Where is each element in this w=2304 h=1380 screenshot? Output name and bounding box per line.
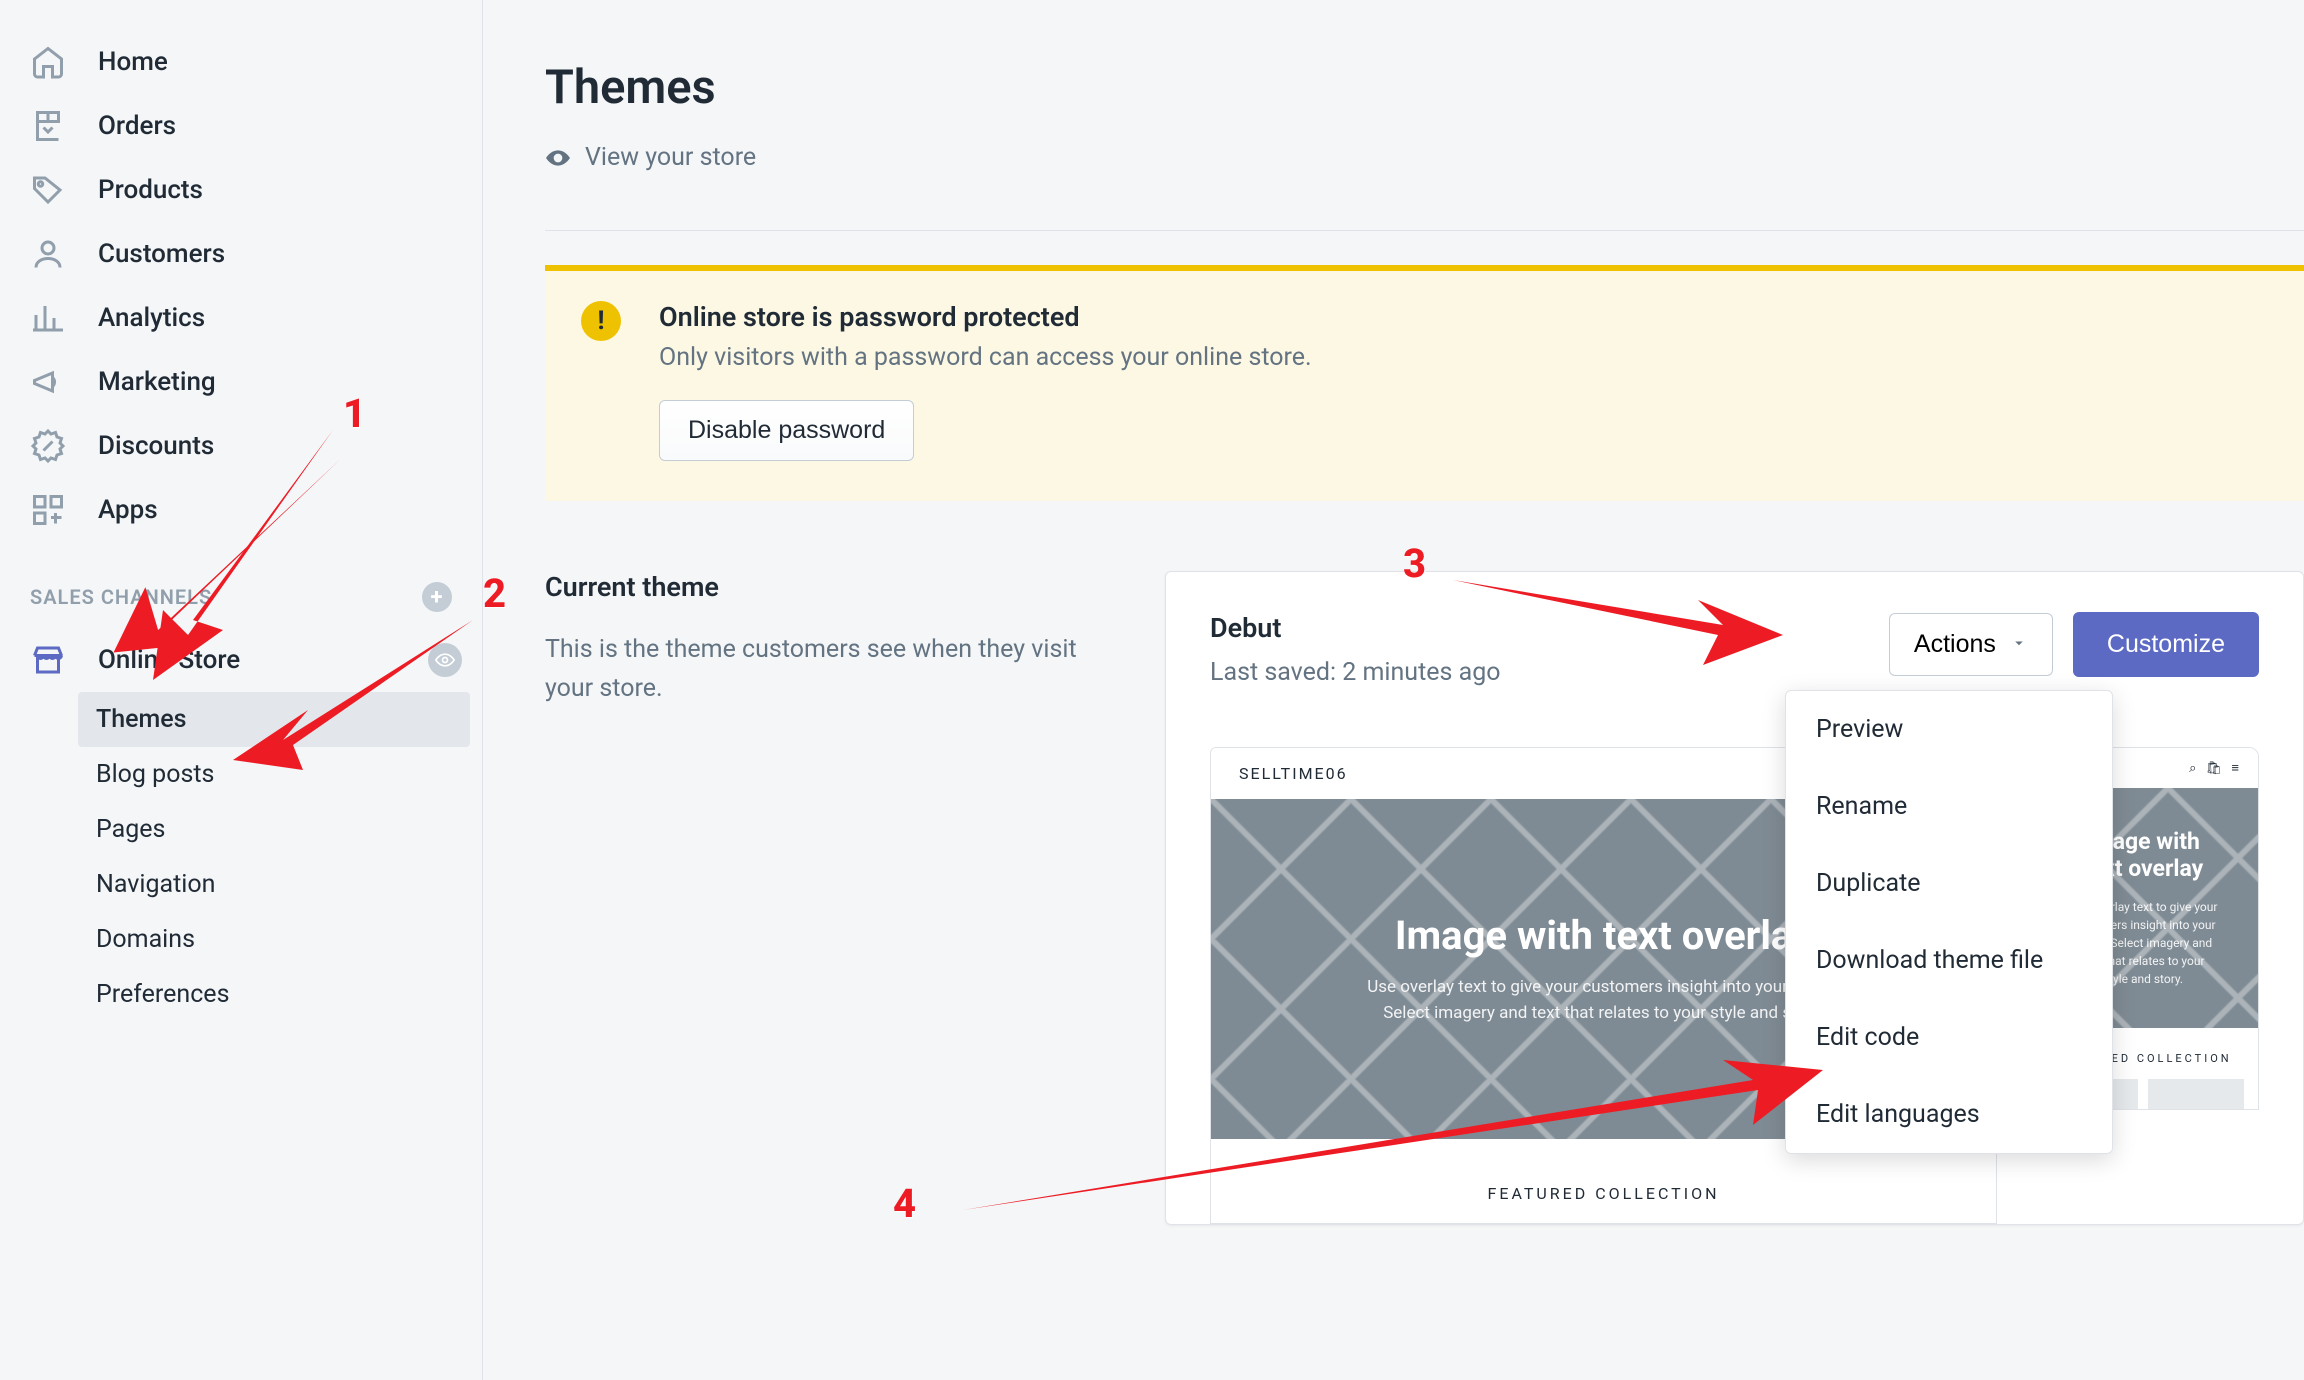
store-icon xyxy=(30,642,66,678)
subnav-domains[interactable]: Domains xyxy=(66,912,482,967)
nav-analytics[interactable]: Analytics xyxy=(0,286,482,350)
caret-down-icon xyxy=(2010,630,2028,659)
dropdown-edit-code[interactable]: Edit code xyxy=(1786,999,2112,1076)
dropdown-edit-languages[interactable]: Edit languages xyxy=(1786,1076,2112,1153)
alert-title: Online store is password protected xyxy=(659,301,1312,333)
nav-label: Products xyxy=(98,175,203,205)
nav-online-store[interactable]: Online Store xyxy=(0,628,482,692)
nav-label: Discounts xyxy=(98,431,214,461)
main-content: Themes View your store ! Online store is… xyxy=(483,0,2304,1380)
nav-apps[interactable]: Apps xyxy=(0,478,482,542)
section-label: SALES CHANNELS xyxy=(30,585,212,609)
preview-hero-sub1: Use overlay text to give your customers … xyxy=(1367,975,1840,1001)
alert-text: Only visitors with a password can access… xyxy=(659,343,1312,372)
actions-label: Actions xyxy=(1914,630,1996,659)
nav-home[interactable]: Home xyxy=(0,30,482,94)
current-theme-title: Current theme xyxy=(545,571,1085,603)
mobile-header-icons: ⌕ 🛍 ≡ xyxy=(2189,760,2242,776)
nav-label: Customers xyxy=(98,239,225,269)
nav-label: Analytics xyxy=(98,303,205,333)
nav-label: Marketing xyxy=(98,367,216,397)
actions-button[interactable]: Actions xyxy=(1889,613,2053,676)
divider xyxy=(545,230,2304,231)
nav-marketing[interactable]: Marketing xyxy=(0,350,482,414)
sidebar: Home Orders Products Customers Analytics xyxy=(0,0,483,1380)
subnav-navigation[interactable]: Navigation xyxy=(66,857,482,912)
customize-button[interactable]: Customize xyxy=(2073,612,2259,677)
dropdown-download[interactable]: Download theme file xyxy=(1786,922,2112,999)
view-store-icon[interactable] xyxy=(428,643,462,677)
add-channel-button[interactable]: + xyxy=(422,582,452,612)
theme-card: Debut Last saved: 2 minutes ago Actions … xyxy=(1165,571,2304,1225)
tag-icon xyxy=(30,172,66,208)
nav-label: Home xyxy=(98,47,168,77)
annotation-2: 2 xyxy=(483,570,506,617)
nav-label: Orders xyxy=(98,111,176,141)
apps-icon xyxy=(30,492,66,528)
sales-channels-header: SALES CHANNELS + xyxy=(0,542,482,628)
preview-hero-title: Image with text overlay xyxy=(1395,912,1812,959)
password-alert: ! Online store is password protected Onl… xyxy=(545,265,2304,501)
theme-name: Debut xyxy=(1210,612,1501,644)
subnav-pages[interactable]: Pages xyxy=(66,802,482,857)
customer-icon xyxy=(30,236,66,272)
eye-icon xyxy=(545,145,571,171)
actions-dropdown: Preview Rename Duplicate Download theme … xyxy=(1785,690,2113,1154)
dropdown-preview[interactable]: Preview xyxy=(1786,691,2112,768)
theme-last-saved: Last saved: 2 minutes ago xyxy=(1210,658,1501,687)
nav-orders[interactable]: Orders xyxy=(0,94,482,158)
view-store-label: View your store xyxy=(585,143,756,172)
preview-hero-sub2: Select imagery and text that relates to … xyxy=(1383,1001,1824,1027)
home-icon xyxy=(30,44,66,80)
megaphone-icon xyxy=(30,364,66,400)
page-title: Themes xyxy=(545,60,2304,115)
warning-icon: ! xyxy=(581,301,621,341)
view-your-store-link[interactable]: View your store xyxy=(545,143,2304,172)
dropdown-rename[interactable]: Rename xyxy=(1786,768,2112,845)
nav-label: Online Store xyxy=(98,645,240,675)
subnav-themes[interactable]: Themes xyxy=(78,692,470,747)
nav-discounts[interactable]: Discounts xyxy=(0,414,482,478)
nav-customers[interactable]: Customers xyxy=(0,222,482,286)
analytics-icon xyxy=(30,300,66,336)
orders-icon xyxy=(30,108,66,144)
preview-store-name: SELLTIME06 xyxy=(1239,764,1348,783)
nav-label: Apps xyxy=(98,495,158,525)
current-theme-desc: This is the theme customers see when the… xyxy=(545,631,1085,709)
online-store-subnav: Themes Blog posts Pages Navigation Domai… xyxy=(0,692,482,1022)
nav-products[interactable]: Products xyxy=(0,158,482,222)
subnav-blog-posts[interactable]: Blog posts xyxy=(66,747,482,802)
disable-password-button[interactable]: Disable password xyxy=(659,400,914,461)
discount-icon xyxy=(30,428,66,464)
subnav-preferences[interactable]: Preferences xyxy=(66,967,482,1022)
dropdown-duplicate[interactable]: Duplicate xyxy=(1786,845,2112,922)
